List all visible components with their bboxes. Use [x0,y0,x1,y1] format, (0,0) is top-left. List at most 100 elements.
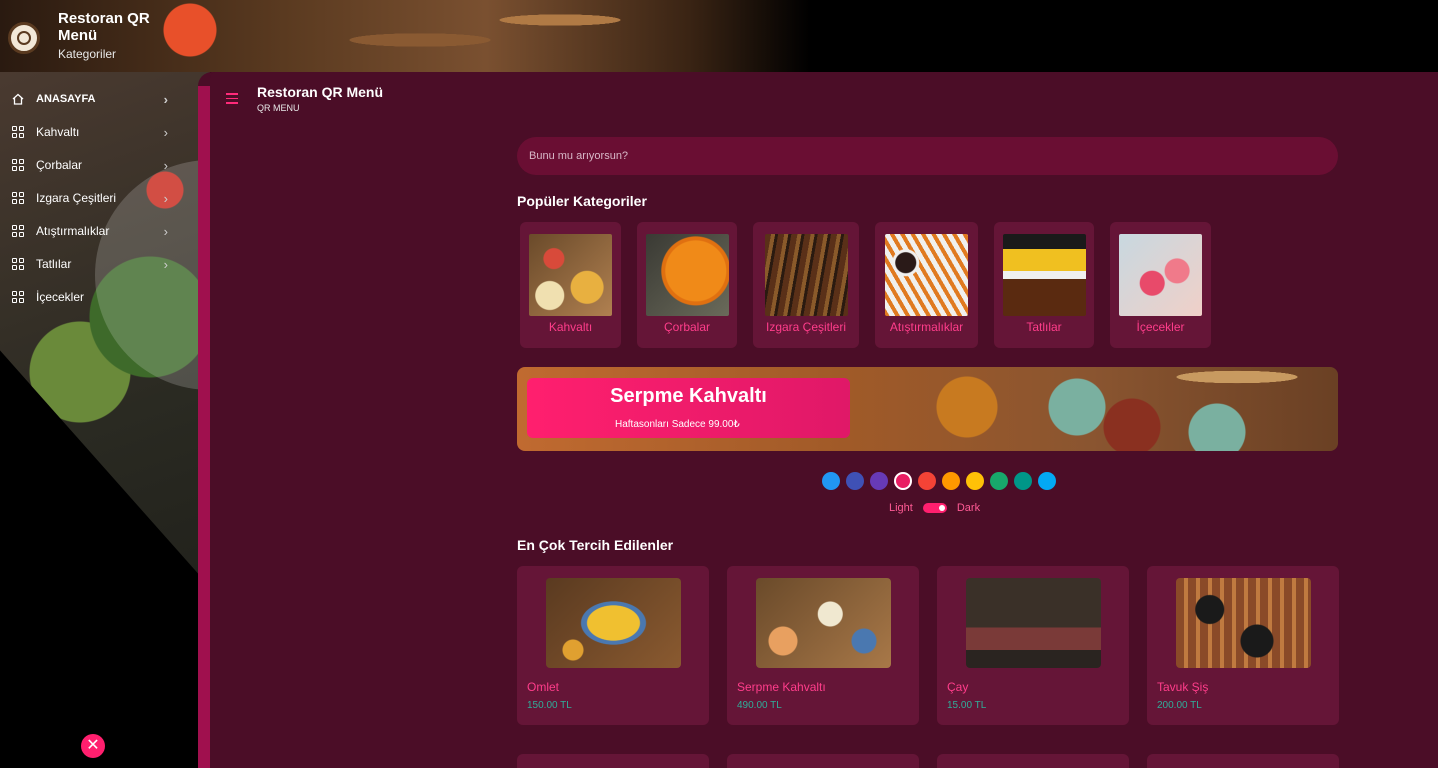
sidebar-item-anasayfa[interactable]: ANASAYFA › [0,82,180,115]
color-swatch[interactable] [942,472,960,490]
sidebar-item-izgara[interactable]: Izgara Çeşitleri › [0,181,180,214]
sidebar: Restoran QR Menü Kategoriler ANASAYFA › … [0,0,200,768]
category-card-tatlilar[interactable]: Tatlılar [994,222,1094,348]
color-swatch[interactable] [966,472,984,490]
dark-label: Dark [956,502,981,514]
product-image-tavuk-sis [1176,578,1311,668]
grid-icon [12,257,24,270]
color-swatch[interactable] [1014,472,1032,490]
product-card[interactable] [727,754,919,768]
light-label: Light [889,502,913,514]
category-card-icecekler[interactable]: İçecekler [1110,222,1211,348]
main-panel: Restoran QR Menü QR MENU Popüler Kategor… [198,72,1438,768]
category-image-atistirmaliklar [885,234,968,316]
color-swatch[interactable] [894,472,912,490]
color-swatch[interactable] [822,472,840,490]
restaurant-logo-icon [8,22,40,54]
category-card-izgara[interactable]: Izgara Çeşitleri [753,222,859,348]
product-price: 490.00 TL [737,700,782,711]
theme-mode-switch: Light Dark [889,502,980,514]
dark-mode-toggle[interactable] [922,503,947,513]
sidebar-item-corbalar[interactable]: Çorbalar › [0,148,180,181]
brand-subtitle: Kategoriler [58,47,117,61]
category-label: Izgara Çeşitleri [765,320,847,334]
main-content: Restoran QR Menü QR MENU Popüler Kategor… [210,72,1438,768]
product-name: Tavuk Şiş [1157,680,1209,694]
popular-categories-title: Popüler Kategoriler [517,193,647,209]
home-icon [12,93,24,105]
color-swatch[interactable] [918,472,936,490]
popular-categories-list: Kahvaltı Çorbalar Izgara Çeşitleri Atışt… [520,222,1211,348]
color-swatch[interactable] [1038,472,1056,490]
category-image-izgara [764,234,848,316]
color-swatch[interactable] [870,472,888,490]
sidebar-item-label: Atıştırmalıklar [36,223,110,238]
product-card-tavuk-sis[interactable]: Tavuk Şiş 200.00 TL [1147,566,1339,725]
close-sidebar-button[interactable]: ✕ [81,734,105,758]
sidebar-item-label: Izgara Çeşitleri [36,190,117,205]
color-swatch[interactable] [990,472,1008,490]
close-icon: ✕ [86,737,100,754]
product-card-cay[interactable]: Çay 15.00 TL [937,566,1129,725]
chevron-right-icon: › [163,125,168,140]
grid-icon [12,191,24,204]
product-name: Çay [947,680,969,694]
sidebar-item-kahvalti[interactable]: Kahvaltı › [0,115,180,148]
product-price: 150.00 TL [527,700,572,711]
product-card[interactable] [517,754,709,768]
product-card[interactable] [1147,754,1339,768]
product-card[interactable] [937,754,1129,768]
product-card-omlet[interactable]: Omlet 150.00 TL [517,566,709,725]
promo-banner[interactable]: Serpme Kahvaltı Haftasonları Sadece 99.0… [517,367,1338,451]
product-image-omlet [546,578,681,668]
most-preferred-title: En Çok Tercih Edilenler [517,537,674,553]
chevron-right-icon: › [163,224,168,239]
search-input[interactable] [517,137,1338,175]
chevron-right-icon: › [163,191,168,206]
brand: Restoran QR Menü Kategoriler [8,10,168,61]
theme-color-swatches [822,472,1056,490]
category-card-atistirmaliklar[interactable]: Atıştırmalıklar [875,222,978,348]
page-subtitle: QR MENU [257,103,300,113]
category-card-corbalar[interactable]: Çorbalar [637,222,737,348]
grid-icon [12,125,24,138]
menu-toggle-icon[interactable] [226,93,238,107]
category-label: Kahvaltı [548,320,593,334]
chevron-right-icon: › [163,92,168,107]
category-image-corbalar [645,234,729,316]
sidebar-item-icecekler[interactable]: İçecekler [0,280,180,313]
product-image-serpme-kahvalti [756,578,891,668]
most-preferred-list: Omlet 150.00 TL Serpme Kahvaltı 490.00 T… [517,566,1339,725]
category-label: Çorbalar [663,320,711,334]
product-price: 200.00 TL [1157,700,1202,711]
brand-title: Restoran QR Menü [58,10,150,44]
sidebar-nav: ANASAYFA › Kahvaltı › Çorbalar › Izgara … [0,82,180,313]
sidebar-item-tatlilar[interactable]: Tatlılar › [0,247,180,280]
sidebar-item-label: İçecekler [36,289,85,304]
page-title: Restoran QR Menü [257,84,384,100]
grid-icon [12,290,24,303]
promo-subtitle: Haftasonları Sadece 99.00₺ [615,419,740,430]
category-card-kahvalti[interactable]: Kahvaltı [520,222,621,348]
promo-title: Serpme Kahvaltı [610,385,767,407]
product-image-cay [966,578,1101,668]
sidebar-item-label: Tatlılar [36,256,72,271]
product-price: 15.00 TL [947,700,987,711]
category-label: Atıştırmalıklar [889,320,964,334]
sidebar-item-label: Kahvaltı [36,124,80,139]
grid-icon [12,224,24,237]
sidebar-item-atistirmaliklar[interactable]: Atıştırmalıklar › [0,214,180,247]
product-name: Serpme Kahvaltı [737,680,826,694]
promo-card[interactable]: Serpme Kahvaltı Haftasonları Sadece 99.0… [527,378,850,438]
category-label: İçecekler [1136,320,1185,334]
panel-edge [198,86,210,768]
color-swatch[interactable] [846,472,864,490]
more-products-list [517,754,1339,768]
category-image-kahvalti [529,234,612,316]
sidebar-item-label: ANASAYFA [36,92,96,105]
sidebar-item-label: Çorbalar [36,157,83,172]
product-card-serpme-kahvalti[interactable]: Serpme Kahvaltı 490.00 TL [727,566,919,725]
category-image-icecekler [1119,234,1202,316]
grid-icon [12,158,24,171]
chevron-right-icon: › [163,257,168,272]
